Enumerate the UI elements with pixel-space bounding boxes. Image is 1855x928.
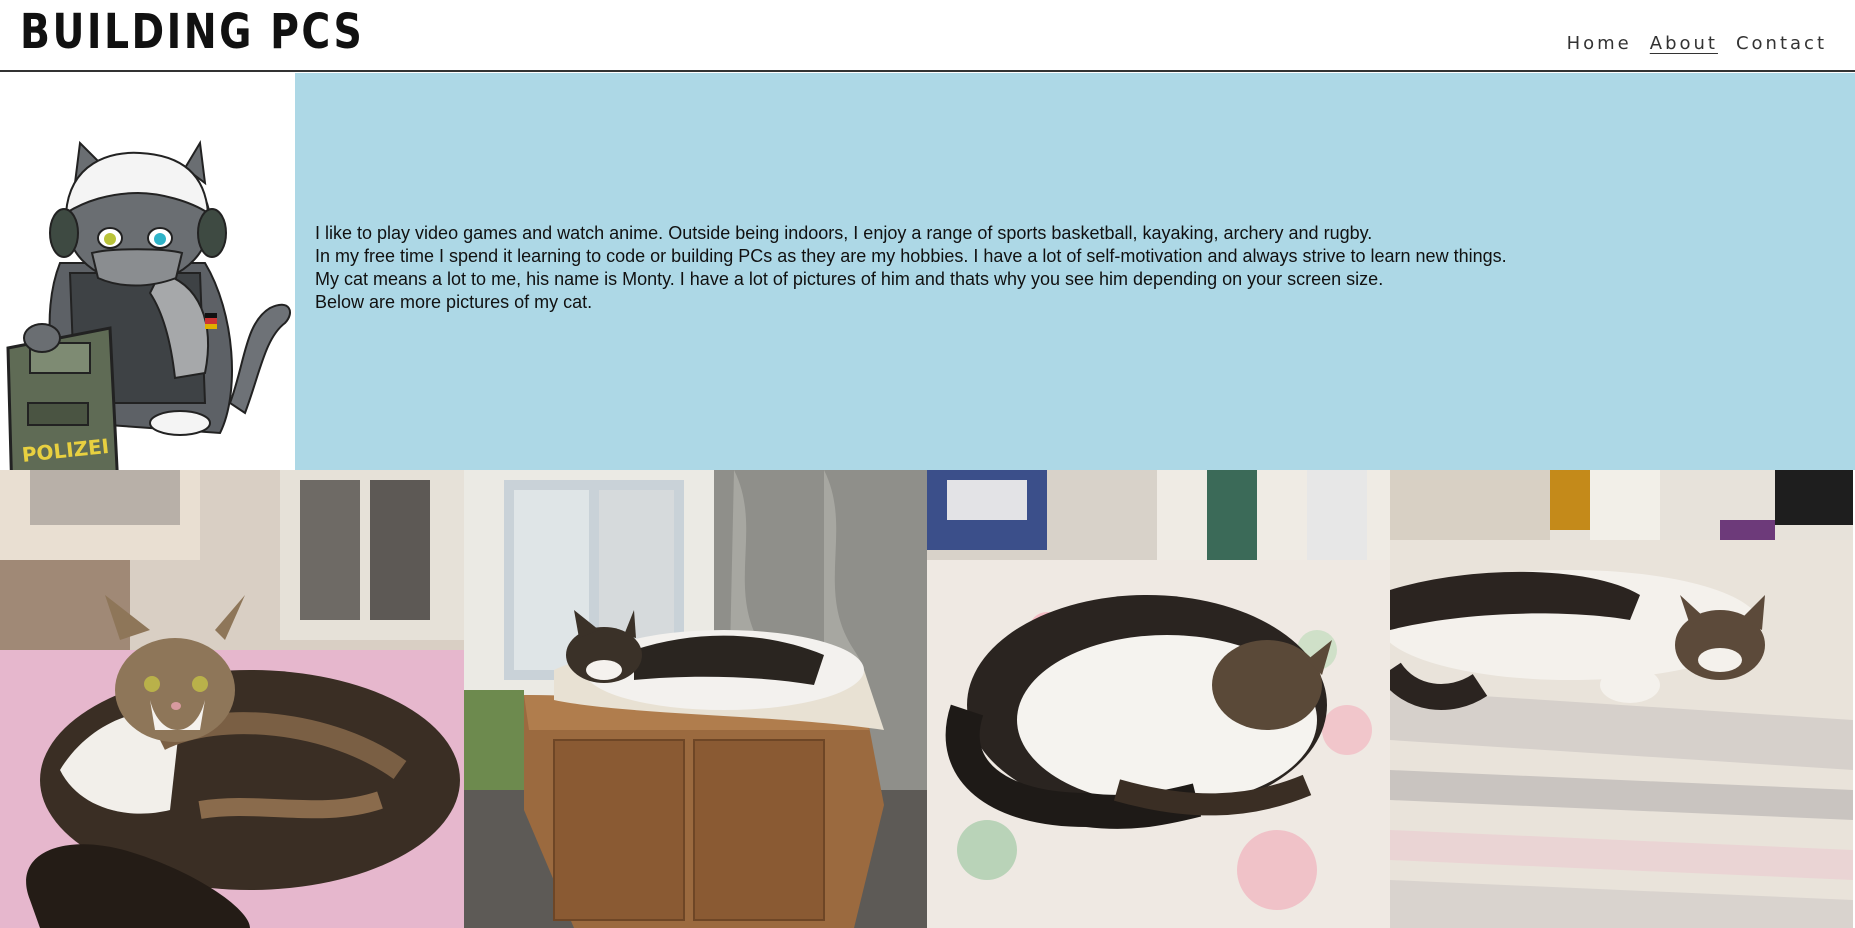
main-nav: Home About Contact bbox=[1567, 32, 1827, 56]
cat-photo-2 bbox=[464, 470, 927, 928]
site-title: BUILDING PCS bbox=[20, 4, 365, 60]
nav-home-link[interactable]: Home bbox=[1567, 32, 1632, 56]
cat-photo-on-striped-blanket-icon bbox=[1390, 470, 1853, 928]
cat-photo-4 bbox=[1390, 470, 1853, 928]
cat-photo-1 bbox=[0, 470, 464, 928]
site-header: BUILDING PCS Home About Contact bbox=[0, 0, 1855, 72]
cat-photo-on-floral-bed-icon bbox=[927, 470, 1390, 928]
nav-about-link[interactable]: About bbox=[1650, 32, 1718, 56]
cat-photo-on-pink-bed-icon bbox=[0, 470, 464, 928]
cat-gallery bbox=[0, 470, 1855, 928]
about-line: In my free time I spend it learning to c… bbox=[315, 246, 1507, 266]
about-line: I like to play video games and watch ani… bbox=[315, 223, 1373, 243]
cat-photo-on-cabinet-icon bbox=[464, 470, 927, 928]
cat-soldier-illustration-icon: POLIZEI bbox=[0, 73, 295, 470]
about-line: Below are more pictures of my cat. bbox=[315, 292, 593, 312]
nav-contact-link[interactable]: Contact bbox=[1736, 32, 1827, 56]
avatar-image: POLIZEI bbox=[0, 73, 295, 470]
about-text: I like to play video games and watch ani… bbox=[315, 222, 1835, 314]
about-line: My cat means a lot to me, his name is Mo… bbox=[315, 269, 1384, 289]
cat-photo-3 bbox=[927, 470, 1390, 928]
